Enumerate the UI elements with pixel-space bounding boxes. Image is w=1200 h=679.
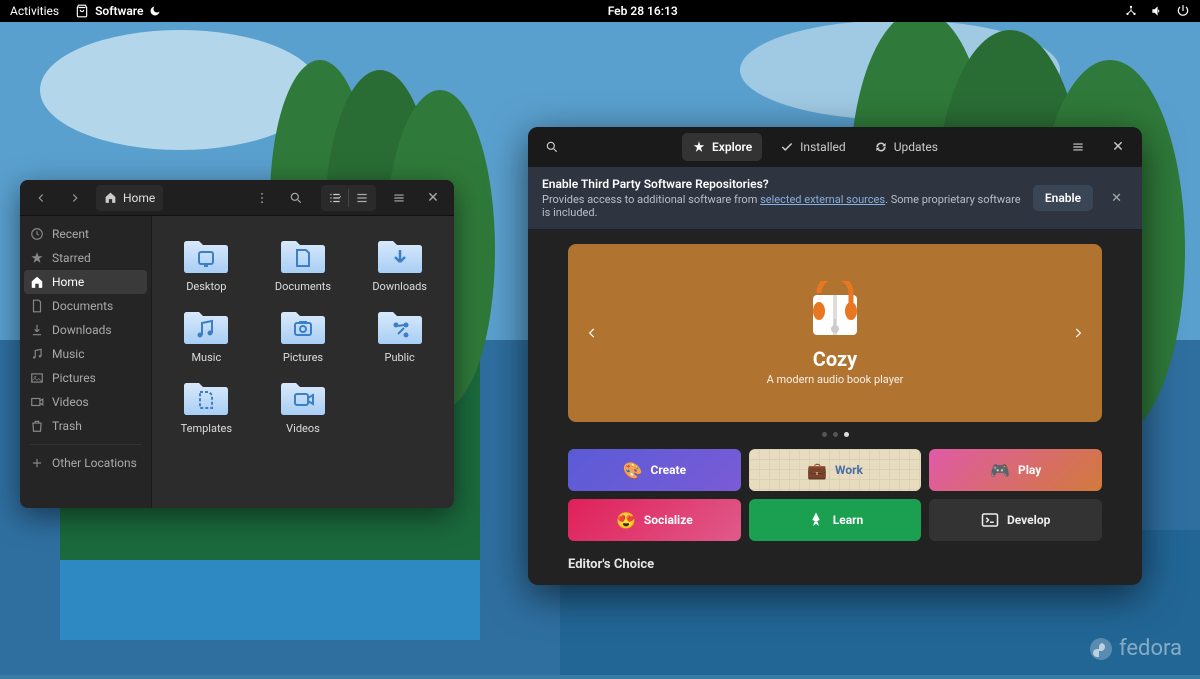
sidebar-item-recent[interactable]: Recent [20,222,151,246]
home-icon [104,191,117,204]
gnome-topbar: Activities Software Feb 28 16:13 [0,0,1200,22]
sidebar-item-home[interactable]: Home [24,270,147,294]
music-icon [30,347,44,361]
close-button[interactable]: ✕ [1102,133,1134,161]
featured-app-title: Cozy [813,347,857,371]
list-view-button[interactable] [349,186,375,210]
rocket-icon [807,511,825,529]
fedora-watermark: fedora [1089,636,1182,661]
clock-icon [30,227,44,241]
category-work[interactable]: 💼Work [749,449,922,491]
category-create[interactable]: 🎨Create [568,449,741,491]
sidebar-item-starred[interactable]: Starred [20,246,151,270]
power-icon [1176,4,1190,18]
folder-icon [182,234,230,276]
editors-choice-heading: Editor's Choice [568,557,1102,572]
carousel-prev-button[interactable] [578,319,606,347]
folder-icon [376,234,424,276]
search-button[interactable] [281,185,311,211]
category-grid: 🎨Create 💼Work 🎮Play 😍Socialize Learn Dev… [568,449,1102,541]
home-icon [30,275,44,289]
app-indicator[interactable]: Software [75,4,161,18]
banner-link[interactable]: selected external sources [760,193,885,206]
category-play[interactable]: 🎮Play [929,449,1102,491]
close-button[interactable]: ✕ [418,185,448,211]
shopping-bag-icon [75,4,89,18]
gamepad-icon: 🎮 [990,461,1010,480]
tab-updates[interactable]: Updates [864,133,948,161]
third-party-banner: Enable Third Party Software Repositories… [528,167,1142,230]
files-sidebar: Recent Starred Home Documents Downloads … [20,216,152,508]
featured-app-card[interactable]: Cozy A modern audio book player [568,244,1102,422]
sidebar-item-other-locations[interactable]: Other Locations [20,451,151,475]
files-grid: Desktop Documents Downloads Music Pictur… [152,216,454,508]
folder-desktop[interactable]: Desktop [162,234,251,293]
carousel-dots [568,432,1102,437]
picture-icon [30,371,44,385]
files-window: Home ✕ Recent Starred Home Documents Dow… [20,180,454,508]
folder-videos[interactable]: Videos [259,376,348,435]
video-icon [30,395,44,409]
network-icon [1124,4,1138,18]
star-icon [30,251,44,265]
folder-pictures[interactable]: Pictures [259,305,348,364]
category-socialize[interactable]: 😍Socialize [568,499,741,541]
heart-eyes-icon: 😍 [616,511,636,530]
view-options-button[interactable] [247,185,277,211]
download-icon [30,323,44,337]
banner-close-button[interactable]: ✕ [1105,187,1128,210]
forward-button[interactable] [60,185,90,211]
back-button[interactable] [26,185,56,211]
icon-view-button[interactable] [322,186,348,210]
banner-title: Enable Third Party Software Repositories… [542,177,1021,191]
path-bar[interactable]: Home [96,185,163,211]
moon-icon [149,5,161,17]
hamburger-menu-button[interactable] [384,185,414,211]
tab-installed[interactable]: Installed [770,133,856,161]
folder-documents[interactable]: Documents [259,234,348,293]
sidebar-item-music[interactable]: Music [20,342,151,366]
software-headerbar: Explore Installed Updates ✕ [528,127,1142,167]
folder-icon [376,305,424,347]
banner-description: Provides access to additional software f… [542,193,1021,219]
sidebar-item-documents[interactable]: Documents [20,294,151,318]
sidebar-item-downloads[interactable]: Downloads [20,318,151,342]
category-develop[interactable]: Develop [929,499,1102,541]
folder-icon [182,305,230,347]
terminal-icon [981,511,999,529]
files-headerbar: Home ✕ [20,180,454,216]
briefcase-icon: 💼 [807,461,827,480]
folder-templates[interactable]: Templates [162,376,251,435]
folder-icon [279,234,327,276]
featured-app-subtitle: A modern audio book player [767,373,904,386]
carousel-next-button[interactable] [1064,319,1092,347]
enable-button[interactable]: Enable [1033,185,1093,211]
folder-public[interactable]: Public [355,305,444,364]
activities-button[interactable]: Activities [10,4,59,18]
tab-explore[interactable]: Explore [682,133,762,161]
document-icon [30,299,44,313]
folder-music[interactable]: Music [162,305,251,364]
clock[interactable]: Feb 28 16:13 [161,4,1124,18]
folder-downloads[interactable]: Downloads [355,234,444,293]
category-learn[interactable]: Learn [749,499,922,541]
sidebar-item-videos[interactable]: Videos [20,390,151,414]
sidebar-item-trash[interactable]: Trash [20,414,151,438]
hamburger-menu-button[interactable] [1062,133,1094,161]
sidebar-item-pictures[interactable]: Pictures [20,366,151,390]
system-status-area[interactable] [1124,4,1190,18]
volume-icon [1150,4,1164,18]
plus-icon [30,456,44,470]
trash-icon [30,419,44,433]
cozy-app-icon [803,281,867,341]
software-window: Explore Installed Updates ✕ Enable Third… [528,127,1142,585]
folder-icon [279,376,327,418]
search-button[interactable] [536,133,568,161]
folder-icon [279,305,327,347]
palette-icon: 🎨 [623,461,643,480]
folder-icon [182,376,230,418]
